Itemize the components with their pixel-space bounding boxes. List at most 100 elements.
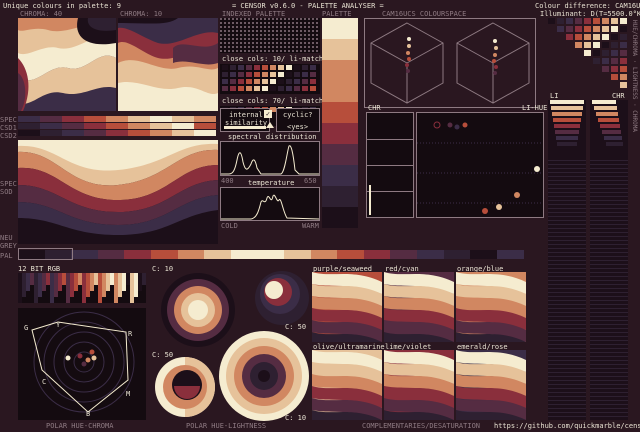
illuminant-label: Illuminant: D(T=5500.0°K) (540, 10, 640, 18)
li-grid-line (548, 212, 586, 213)
li-grid-line (548, 388, 586, 389)
spec-bar-cell (172, 130, 194, 136)
li-grid-line (548, 328, 586, 329)
li-grid-line (548, 276, 586, 277)
chr-grid-line (590, 280, 628, 281)
chr-grid-line (590, 408, 628, 409)
chr-grid-line (590, 200, 628, 201)
li-grid-line (548, 248, 586, 249)
complementary-swatch-4 (384, 350, 454, 420)
li-hue-chart (416, 112, 544, 218)
neu-grey-box (18, 248, 73, 260)
li-bar (554, 124, 580, 128)
li-hue-label: LI-HUE (522, 104, 548, 112)
matrix-cell (602, 26, 609, 32)
chr-bar (600, 124, 620, 128)
palette-bar-swatch (204, 250, 232, 259)
li-grid-line (548, 368, 586, 369)
palette-strip-swatch (322, 39, 358, 60)
li-grid-line (548, 320, 586, 321)
chr-grid-line (590, 388, 628, 389)
li-grid-line (548, 384, 586, 385)
chr-grid-line (590, 332, 628, 333)
matrix-cell (584, 34, 591, 40)
spec-bar-cell (150, 123, 172, 129)
internal-similarity-box: internal similarity (220, 108, 270, 132)
github-url[interactable]: https://github.com/quickmarble/censor (494, 422, 640, 430)
chr-grid-line (590, 336, 628, 337)
matrix-cell (611, 26, 618, 32)
palette-bar-swatch (71, 250, 99, 259)
spec-bar-cell (150, 130, 172, 136)
chr-bar (602, 130, 621, 134)
li-grid-line (548, 228, 586, 229)
li-grid-line (548, 376, 586, 377)
chr-grid-line (590, 400, 628, 401)
chr-grid-line (590, 304, 628, 305)
spec-min-label: 400 (221, 177, 234, 185)
hue-letter-y: Y (56, 321, 61, 329)
side-vertical-label: HUE/CHROMA · LIGHTNESS · CHROMA (631, 20, 638, 132)
chr-grid-line (590, 296, 628, 297)
matrix-cell (602, 18, 609, 24)
li-grid-line (548, 164, 586, 165)
matrix-cell (620, 26, 627, 32)
li-grid-line (548, 372, 586, 373)
cyclic-value[interactable]: <yes> (287, 123, 308, 131)
matrix-cell (593, 42, 600, 48)
internal-similarity-label: internal similarity (225, 111, 268, 127)
palette-bar-swatch (390, 250, 418, 259)
matrix-cell (566, 34, 573, 40)
chr-grid-line (590, 284, 628, 285)
matrix-cell (620, 18, 627, 24)
palette-bar-swatch (310, 250, 338, 259)
matrix-cell (611, 42, 618, 48)
spec-bar-cell (84, 123, 106, 129)
spec-bar-cell (18, 130, 40, 136)
matrix-cell (620, 82, 627, 88)
chr-level-bar (369, 185, 371, 215)
chr-grid-line (590, 220, 628, 221)
chr-grid-line (590, 272, 628, 273)
matrix-cell (620, 58, 627, 64)
matrix-cell (584, 26, 591, 32)
cyclic-up-icon[interactable] (266, 122, 274, 128)
li-grid-line (548, 264, 586, 265)
li-grid-line (548, 220, 586, 221)
chr-grid-line (590, 340, 628, 341)
similarity-checkbox[interactable]: ✓ (264, 110, 272, 118)
li-grid-line (548, 284, 586, 285)
matrix-cell (584, 50, 591, 56)
matrix-cell (611, 34, 618, 40)
chr-grid-line (590, 228, 628, 229)
spec-bar-cell (194, 116, 216, 122)
chr-grid-line (590, 392, 628, 393)
li-grid-line (548, 168, 586, 169)
chr-grid-line (590, 404, 628, 405)
palette-bar-swatch (363, 250, 391, 259)
matrix-cell (602, 50, 609, 56)
csd1-label: CSD1 (0, 124, 17, 132)
li-grid-line (548, 288, 586, 289)
li-grid-line (548, 380, 586, 381)
li-grid-line (548, 188, 586, 189)
chr-grid-line (590, 180, 628, 181)
spec-max-label: 650 (304, 177, 317, 185)
li-grid-line (548, 396, 586, 397)
palette-strip-swatch (322, 60, 358, 81)
chr2-label: CHR (612, 92, 625, 100)
li-grid-line (548, 256, 586, 257)
li-bar (552, 112, 582, 116)
cyclic-box: cyclic? <yes> (276, 108, 320, 132)
spectral-distribution-title: spectral distribution (228, 133, 317, 141)
matrix-cell (575, 26, 582, 32)
palette-bar-swatch (230, 250, 258, 259)
hue-letter-c: C (42, 378, 47, 386)
chr-grid-line (590, 324, 628, 325)
li-grid-line (548, 236, 586, 237)
chr-grid-line (590, 372, 628, 373)
palette-strip-swatch (322, 102, 358, 123)
chr-grid-line (590, 412, 628, 413)
chr-grid-line (590, 320, 628, 321)
matrix-cell (557, 18, 564, 24)
